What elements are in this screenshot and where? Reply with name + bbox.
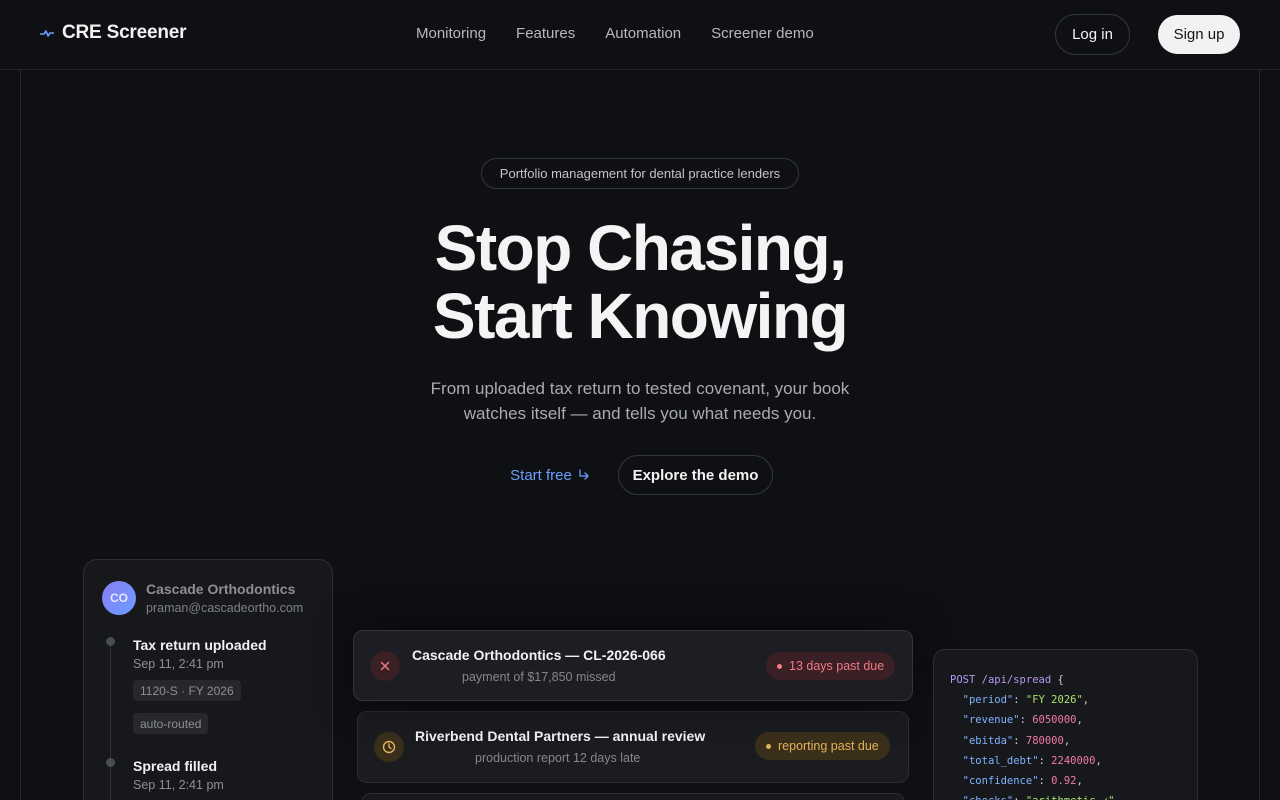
status-badge: reporting past due [755, 732, 890, 760]
code-value: "FY 2026" [1025, 694, 1083, 707]
nav-link-features[interactable]: Features [516, 25, 575, 42]
clock-icon [374, 732, 404, 762]
explore-demo-button[interactable]: Explore the demo [618, 455, 773, 495]
code-key: "revenue" [962, 714, 1020, 727]
nav-links: Monitoring Features Automation Screener … [416, 25, 814, 42]
headline-line-2: Start Knowing [432, 280, 849, 352]
code-path: /api/spread [981, 674, 1052, 686]
start-free-label: Start free [510, 466, 572, 484]
status-label: reporting past due [778, 739, 879, 753]
timeline-event-title: Spread filled [133, 758, 218, 774]
x-icon [370, 651, 400, 681]
hero-subtitle: From uploaded tax return to tested coven… [430, 379, 850, 423]
arrow-return-icon [579, 469, 589, 480]
code-value: 780000 [1025, 734, 1064, 747]
code-field-line: "ebitda": 780000, [962, 734, 1071, 747]
client-email: praman@cascadeortho.com [146, 601, 304, 615]
headline-line-1: Stop Chasing, [434, 212, 847, 284]
code-value: 6050000 [1032, 714, 1077, 727]
timeline-dot [106, 637, 115, 646]
eyebrow-badge: Portfolio management for dental practice… [481, 158, 799, 189]
brand-logo[interactable]: CRE Screener [40, 22, 187, 44]
alert-description: payment of $17,850 missed [462, 670, 616, 684]
api-code-card: POST /api/spread { "period": "FY 2026", … [933, 649, 1198, 800]
alert-card-payment[interactable]: Cascade Orthodontics — CL-2026-066 payme… [353, 630, 913, 701]
code-key: "ebitda" [962, 734, 1014, 747]
code-field-line: "checks": "arithmetic ✓" [950, 791, 1197, 800]
timeline-tag: 1120-S · FY 2026 [133, 680, 241, 701]
timeline-event-title: Tax return uploaded [133, 637, 267, 653]
code-field-line: "revenue": 6050000, [962, 714, 1083, 727]
avatar: CO [102, 581, 136, 615]
alert-title: Riverbend Dental Partners — annual revie… [415, 728, 706, 744]
alert-description: production report 12 days late [475, 751, 641, 765]
pulse-icon [40, 30, 54, 37]
timeline-event-time: Sep 11, 2:41 pm [133, 778, 224, 792]
nav-link-automation[interactable]: Automation [605, 25, 681, 42]
activity-timeline-card: CO Cascade Orthodontics praman@cascadeor… [83, 559, 333, 800]
timeline-line [110, 642, 111, 800]
alert-title: Cascade Orthodontics — CL-2026-066 [412, 647, 666, 663]
login-button[interactable]: Log in [1055, 14, 1130, 55]
status-label: 13 days past due [789, 659, 885, 673]
alert-card-stacked [361, 793, 905, 800]
nav-link-screener-demo[interactable]: Screener demo [711, 25, 814, 42]
status-dot [766, 743, 771, 749]
code-fields: "period": "FY 2026", "revenue": 6050000,… [950, 690, 1197, 800]
top-nav: CRE Screener Monitoring Features Automat… [0, 0, 1280, 70]
code-value: 0.92 [1051, 775, 1077, 788]
code-field-line: "confidence": 0.92, [962, 775, 1083, 788]
code-key: "total_debt" [962, 754, 1039, 767]
code-method: POST [950, 674, 976, 686]
status-dot [777, 663, 782, 669]
code-field-line: "total_debt": 2240000, [962, 754, 1102, 767]
hero-headline: Stop Chasing, Start Knowing [340, 214, 940, 350]
code-key: "period" [962, 694, 1014, 707]
nav-link-monitoring[interactable]: Monitoring [416, 25, 486, 42]
code-field-line: "period": "FY 2026", [962, 694, 1090, 707]
timeline-dot [106, 758, 115, 767]
signup-button[interactable]: Sign up [1158, 15, 1240, 54]
start-free-link[interactable]: Start free [500, 462, 600, 488]
code-key: "confidence" [962, 775, 1039, 788]
timeline-tag: auto-routed [133, 713, 209, 734]
alert-card-reporting[interactable]: Riverbend Dental Partners — annual revie… [357, 711, 909, 783]
code-value: "arithmetic ✓" [1026, 795, 1115, 800]
code-value: 2240000 [1051, 754, 1096, 767]
status-badge: 13 days past due [766, 652, 896, 680]
timeline-event-time: Sep 11, 2:41 pm [133, 657, 224, 671]
code-request-line: POST /api/spread { [950, 674, 1064, 686]
client-name: Cascade Orthodontics [146, 581, 296, 597]
code-key: "checks" [963, 795, 1014, 800]
brand-name: CRE Screener [62, 22, 187, 43]
